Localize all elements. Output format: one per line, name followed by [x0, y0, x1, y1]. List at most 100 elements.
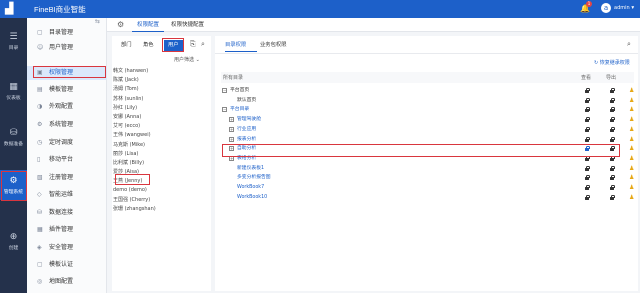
- row-name[interactable]: 报表分析: [237, 135, 256, 145]
- sidebar-item-cert[interactable]: ▢ 模板认证: [27, 258, 107, 272]
- row-name[interactable]: 默认首页: [237, 96, 256, 106]
- table-row[interactable]: 多变分析报告图 ♟: [221, 173, 634, 183]
- sidebar-item-ops[interactable]: ◇ 智能运维: [27, 188, 107, 202]
- person-icon[interactable]: ♟: [629, 184, 635, 191]
- list-item[interactable]: demo (demo): [113, 186, 208, 195]
- search-icon[interactable]: ⌕: [201, 40, 205, 49]
- export-lock-icon[interactable]: [610, 97, 616, 103]
- row-name[interactable]: 多变分析报告图: [237, 173, 271, 183]
- collapse-icon[interactable]: −: [222, 107, 227, 113]
- view-lock-icon[interactable]: [585, 107, 591, 113]
- row-name[interactable]: 表格分析: [237, 154, 256, 164]
- avatar[interactable]: a: [601, 3, 611, 13]
- sidebar-item-security[interactable]: ◈ 安全管理: [27, 241, 107, 255]
- export-lock-icon[interactable]: [610, 146, 616, 152]
- row-name[interactable]: 平台首页: [230, 86, 249, 96]
- restore-inherit-button[interactable]: ↻ 恢复继承权限: [594, 59, 630, 66]
- person-icon[interactable]: ♟: [629, 116, 635, 123]
- person-icon[interactable]: ♟: [629, 136, 635, 143]
- sidebar-item-system[interactable]: ⚙ 系统管理: [27, 118, 107, 132]
- export-lock-icon[interactable]: [610, 155, 616, 161]
- list-item[interactable]: 王燕 (Jenny): [113, 177, 208, 186]
- view-lock-icon[interactable]: [585, 117, 591, 123]
- view-lock-icon[interactable]: [585, 136, 591, 142]
- list-item[interactable]: 比利斌 (Billy): [113, 159, 208, 168]
- export-lock-icon[interactable]: [610, 117, 616, 123]
- view-lock-icon[interactable]: [585, 185, 591, 190]
- row-name[interactable]: 管理驾驶舱: [237, 115, 261, 125]
- settings-gear-icon[interactable]: ⚙: [117, 20, 124, 29]
- view-lock-icon[interactable]: [585, 126, 591, 132]
- sidebar-item-plugin[interactable]: ▦ 插件管理: [27, 223, 107, 237]
- person-icon[interactable]: ♟: [629, 174, 635, 181]
- table-row[interactable]: + 表格分析 ♟: [221, 154, 634, 164]
- row-name[interactable]: 行业应用: [237, 125, 256, 135]
- view-lock-icon[interactable]: [585, 194, 591, 200]
- row-name[interactable]: 自助分析: [237, 144, 256, 154]
- row-name[interactable]: WorkBook10: [237, 193, 267, 203]
- export-lock-icon[interactable]: [610, 175, 616, 181]
- row-name[interactable]: WorkBook7: [237, 183, 264, 193]
- expand-icon[interactable]: +: [229, 146, 234, 152]
- person-icon[interactable]: ♟: [629, 155, 635, 162]
- list-item[interactable]: 孙红 (Lily): [113, 104, 208, 113]
- view-lock-icon[interactable]: [585, 165, 591, 171]
- export-lock-icon[interactable]: [610, 185, 616, 190]
- sidebar-item-mobile[interactable]: ▯ 移动平台: [27, 153, 107, 167]
- list-item[interactable]: 丽莎 (Lisa): [113, 150, 208, 159]
- copy-icon[interactable]: ⎘: [190, 40, 196, 49]
- sidebar-item-appearance[interactable]: ◑ 外观配置: [27, 100, 107, 114]
- view-lock-icon[interactable]: [585, 175, 591, 181]
- user-filter[interactable]: 用户筛选 ⌄: [174, 56, 200, 63]
- list-item[interactable]: 韩文 (hanwen): [113, 67, 208, 76]
- nav-management[interactable]: ⚙ 管理系统: [0, 170, 27, 200]
- expand-icon[interactable]: +: [229, 117, 234, 123]
- list-item[interactable]: 汤姆 (Tom): [113, 85, 208, 94]
- table-row[interactable]: − 平台目录 ♟: [221, 105, 634, 115]
- search-icon[interactable]: ⌕: [627, 40, 631, 49]
- table-row[interactable]: + 行业应用 ♟: [221, 125, 634, 135]
- table-row[interactable]: 默认首页 ♟: [221, 96, 634, 106]
- table-row[interactable]: WorkBook10 ♟: [221, 193, 634, 203]
- table-row[interactable]: + 报表分析 ♟: [221, 135, 634, 145]
- list-item[interactable]: 王伟 (wangwei): [113, 131, 208, 140]
- sidebar-item-catalog[interactable]: ▢ 目录管理: [27, 26, 107, 40]
- user-menu[interactable]: admin ▾: [614, 5, 634, 11]
- person-icon[interactable]: ♟: [629, 194, 635, 201]
- person-icon[interactable]: ♟: [629, 106, 635, 113]
- list-item[interactable]: 爱莎 (Aisa): [113, 168, 208, 177]
- table-row[interactable]: 新建仪表板1 ♟: [221, 164, 634, 174]
- view-lock-icon[interactable]: [585, 88, 591, 93]
- expand-icon[interactable]: +: [229, 136, 234, 142]
- export-lock-icon[interactable]: [610, 165, 616, 171]
- nav-dashboard[interactable]: ▦ 仪表板: [0, 76, 27, 106]
- export-lock-icon[interactable]: [610, 107, 616, 113]
- tab-department[interactable]: 部门: [121, 40, 132, 51]
- row-name[interactable]: 新建仪表板1: [237, 164, 264, 174]
- list-item[interactable]: 安娜 (Anna): [113, 113, 208, 122]
- expand-icon[interactable]: +: [229, 126, 234, 132]
- export-lock-icon[interactable]: [610, 194, 616, 200]
- person-icon[interactable]: ♟: [629, 145, 635, 152]
- nav-create[interactable]: ⊕ 创建: [0, 226, 27, 256]
- person-icon[interactable]: ♟: [629, 97, 635, 104]
- list-item[interactable]: 马克斯 (Mike): [113, 141, 208, 150]
- person-icon[interactable]: ♟: [629, 165, 635, 172]
- sidebar-item-users[interactable]: ☺ 用户管理: [27, 41, 107, 55]
- sidebar-item-register[interactable]: ▧ 注册管理: [27, 171, 107, 185]
- export-lock-icon[interactable]: [610, 88, 616, 93]
- collapse-icon[interactable]: ⇆: [95, 18, 100, 25]
- nav-data-prep[interactable]: ⛁ 数据准备: [0, 122, 27, 152]
- tab-quick-config[interactable]: 权限快捷配置: [166, 18, 209, 32]
- list-item[interactable]: 王国强 (Cherry): [113, 196, 208, 205]
- person-icon[interactable]: ♟: [629, 87, 635, 94]
- list-item[interactable]: 张珊 (zhangshan): [113, 205, 208, 214]
- person-icon[interactable]: ♟: [629, 126, 635, 133]
- export-lock-icon[interactable]: [610, 136, 616, 142]
- tab-role[interactable]: 角色: [143, 40, 154, 51]
- table-row[interactable]: + 管理驾驶舱 ♟: [221, 115, 634, 125]
- tab-user[interactable]: 用户: [164, 40, 183, 51]
- export-lock-icon[interactable]: [610, 126, 616, 132]
- sidebar-item-map[interactable]: ◎ 地图配置: [27, 275, 107, 289]
- view-lock-icon[interactable]: [585, 146, 591, 152]
